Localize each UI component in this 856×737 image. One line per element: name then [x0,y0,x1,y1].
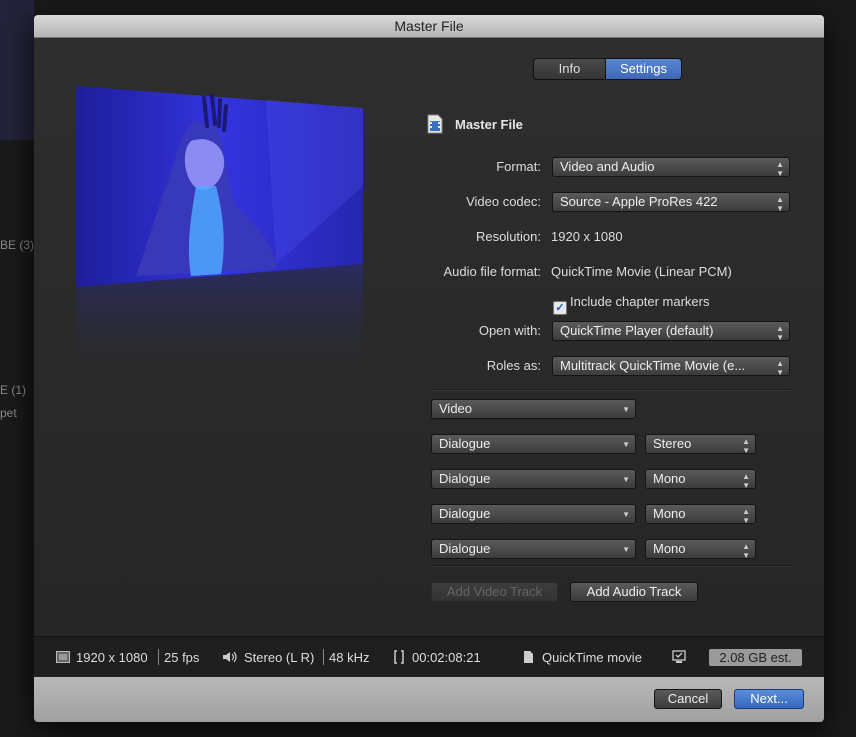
updown-arrows-icon: ▲ ▼ [742,472,750,489]
divider [430,389,790,391]
track-channels-popup[interactable]: Mono ▲ ▼ [645,539,756,559]
track-channels-popup[interactable]: Stereo ▲ ▼ [645,434,756,454]
resolution-value: 1920 x 1080 [551,229,623,244]
resolution-label: Resolution: [475,229,541,244]
track-channels-value: Stereo [653,436,692,451]
dialog-content: Info Settings Master File Format: Video … [34,38,824,636]
track-role-value: Video [439,401,473,416]
chevron-down-icon: ▼ [622,545,630,554]
film-document-icon [427,114,443,134]
duration-bracket-icon [394,650,404,664]
track-channels-value: Mono [653,541,686,556]
chapter-markers-checkbox[interactable]: ✓ [553,301,567,315]
updown-arrows-icon: ▲ ▼ [742,542,750,559]
display-icon [672,650,686,663]
share-dialog: Master File Info Settings Master File Fo… [34,15,824,722]
track-role-popup[interactable]: Dialogue ▼ [431,469,636,489]
status-sample-rate: 48 kHz [329,650,370,665]
add-audio-track-button[interactable]: Add Audio Track [570,582,698,602]
format-label: Format: [496,159,541,174]
tab-settings[interactable]: Settings [605,59,681,79]
status-duration: 00:02:08:21 [412,650,481,665]
updown-arrows-icon: ▲ ▼ [776,195,784,212]
video-codec-value: Source - Apple ProRes 422 [560,194,718,209]
open-with-label: Open with: [478,323,541,338]
chevron-down-icon: ▼ [622,405,630,414]
track-role-popup[interactable]: Dialogue ▼ [431,504,636,524]
audio-file-format-label: Audio file format: [443,264,541,279]
track-role-value: Dialogue [439,471,491,486]
background-thumbnail [0,0,34,140]
chapter-markers-label: Include chapter markers [570,294,710,309]
track-role-value: Dialogue [439,506,491,521]
audio-file-format-value: QuickTime Movie (Linear PCM) [551,264,732,279]
updown-arrows-icon: ▲ ▼ [742,507,750,524]
background-text: E (1) [0,383,27,397]
chevron-down-icon: ▼ [622,510,630,519]
chevron-down-icon: ▼ [622,475,630,484]
document-icon [524,651,533,663]
dialog-title: Master File [34,15,824,38]
open-with-value: QuickTime Player (default) [560,323,714,338]
background-text: BE (3) [0,238,35,252]
status-fps: 25 fps [164,650,200,665]
status-audio: Stereo (L R) [244,650,315,665]
dialog-footer: Cancel Next... [34,677,824,722]
divider [158,649,159,665]
divider [430,565,790,567]
tab-control: Info Settings [533,58,682,80]
checkmark-icon: ✓ [555,302,565,314]
status-resolution: 1920 x 1080 [76,650,148,665]
divider [323,649,324,665]
background-text: pet [0,406,17,420]
video-codec-popup[interactable]: Source - Apple ProRes 422 ▲ ▼ [552,192,790,212]
cancel-button[interactable]: Cancel [654,689,722,709]
preset-title: Master File [455,116,523,132]
status-bar: 1920 x 1080 25 fps Stereo (L R) 48 kHz 0… [34,636,824,677]
roles-as-label: Roles as: [486,358,541,373]
updown-arrows-icon: ▲ ▼ [742,437,750,454]
track-role-value: Dialogue [439,541,491,556]
track-channels-popup[interactable]: Mono ▲ ▼ [645,504,756,524]
track-channels-value: Mono [653,506,686,521]
chevron-down-icon: ▼ [622,440,630,449]
status-file-type: QuickTime movie [542,650,642,665]
updown-arrows-icon: ▲ ▼ [776,324,784,341]
track-role-popup[interactable]: Video ▼ [431,399,636,419]
track-role-value: Dialogue [439,436,491,451]
track-channels-value: Mono [653,471,686,486]
roles-as-popup[interactable]: Multitrack QuickTime Movie (e... ▲ ▼ [552,356,790,376]
speaker-icon [223,651,237,663]
updown-arrows-icon: ▲ ▼ [776,160,784,177]
next-button[interactable]: Next... [734,689,804,709]
track-role-popup[interactable]: Dialogue ▼ [431,539,636,559]
format-value: Video and Audio [560,159,655,174]
add-video-track-button[interactable]: Add Video Track [431,582,558,602]
tab-info[interactable]: Info [534,59,605,79]
format-popup[interactable]: Video and Audio ▲ ▼ [552,157,790,177]
size-estimate-badge: 2.08 GB est. [709,649,802,666]
video-preview-thumbnail [76,86,363,386]
track-role-popup[interactable]: Dialogue ▼ [431,434,636,454]
updown-arrows-icon: ▲ ▼ [776,359,784,376]
track-channels-popup[interactable]: Mono ▲ ▼ [645,469,756,489]
roles-as-value: Multitrack QuickTime Movie (e... [560,358,746,373]
video-codec-label: Video codec: [466,194,541,209]
video-frame-icon [56,651,70,663]
preset-header: Master File [427,114,523,134]
open-with-popup[interactable]: QuickTime Player (default) ▲ ▼ [552,321,790,341]
